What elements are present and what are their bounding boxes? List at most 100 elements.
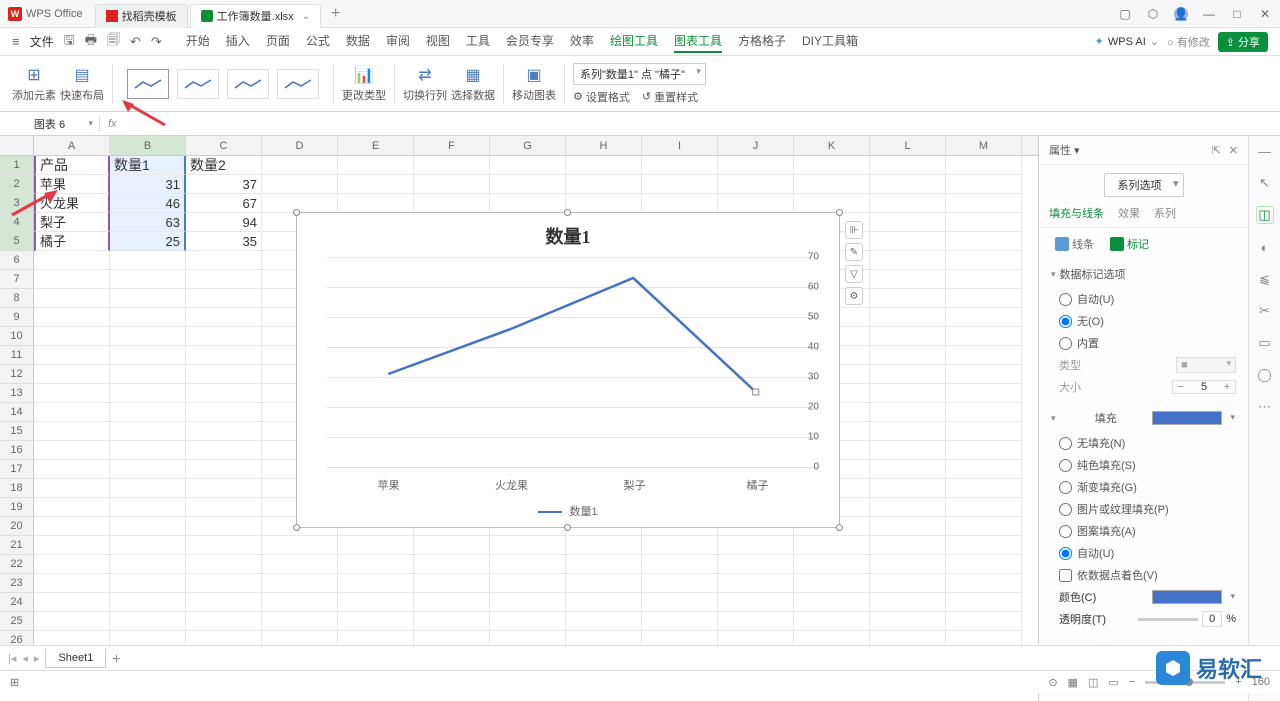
row-header[interactable]: 20: [0, 517, 34, 536]
cell[interactable]: [186, 517, 262, 536]
radio-picture-fill[interactable]: 图片或纹理填充(P): [1051, 498, 1236, 520]
tab-effect[interactable]: 效果: [1118, 205, 1140, 221]
sub-tab-marker[interactable]: 标记: [1110, 236, 1149, 252]
cell[interactable]: [946, 346, 1022, 365]
radio-solid-fill[interactable]: 纯色填充(S): [1051, 454, 1236, 476]
cell[interactable]: [338, 574, 414, 593]
col-header[interactable]: C: [186, 136, 262, 155]
cell[interactable]: [186, 403, 262, 422]
cell[interactable]: [870, 308, 946, 327]
cell[interactable]: [186, 308, 262, 327]
dropdown-icon[interactable]: ⌄: [302, 11, 310, 22]
tab-chart-tools[interactable]: 图表工具: [674, 30, 722, 53]
cell[interactable]: [870, 460, 946, 479]
cell[interactable]: [414, 612, 490, 631]
chart-filter-icon[interactable]: ▽: [845, 265, 863, 283]
preview-icon[interactable]: 🗐: [107, 31, 120, 53]
hamburger-icon[interactable]: ≡: [12, 34, 20, 49]
cell[interactable]: [110, 251, 186, 270]
resize-handle[interactable]: [564, 524, 571, 531]
side-select-icon[interactable]: ↖: [1256, 174, 1274, 192]
cell[interactable]: [110, 555, 186, 574]
minimize-button[interactable]: —: [1202, 7, 1216, 21]
cell[interactable]: [186, 593, 262, 612]
cell[interactable]: [870, 536, 946, 555]
cell[interactable]: [262, 536, 338, 555]
cell[interactable]: [566, 555, 642, 574]
cell[interactable]: [262, 555, 338, 574]
cell[interactable]: [262, 175, 338, 194]
view-normal-icon[interactable]: ▦: [1068, 676, 1078, 689]
cell[interactable]: 火龙果: [34, 194, 110, 213]
cell[interactable]: [794, 593, 870, 612]
cell[interactable]: 94: [186, 213, 262, 232]
radio-builtin[interactable]: 内置: [1051, 332, 1236, 354]
row-header[interactable]: 4: [0, 213, 34, 232]
cell[interactable]: [186, 574, 262, 593]
close-button[interactable]: ✕: [1258, 7, 1272, 21]
row-header[interactable]: 23: [0, 574, 34, 593]
tab-review[interactable]: 审阅: [386, 30, 410, 53]
cell[interactable]: [34, 612, 110, 631]
cell[interactable]: [870, 346, 946, 365]
cell[interactable]: [110, 441, 186, 460]
chart-style-2[interactable]: [177, 69, 219, 99]
cell[interactable]: [338, 612, 414, 631]
row-header[interactable]: 24: [0, 593, 34, 612]
row-header[interactable]: 15: [0, 422, 34, 441]
section-title[interactable]: 填充: [1051, 410, 1236, 426]
side-collapse-icon[interactable]: —: [1256, 142, 1274, 160]
cell[interactable]: [414, 156, 490, 175]
cell[interactable]: [186, 612, 262, 631]
cell[interactable]: [870, 517, 946, 536]
cell[interactable]: [794, 555, 870, 574]
cell[interactable]: [186, 365, 262, 384]
cell[interactable]: [414, 175, 490, 194]
series-options-dropdown[interactable]: 系列选项: [1104, 173, 1184, 197]
cell[interactable]: [642, 175, 718, 194]
row-header[interactable]: 6: [0, 251, 34, 270]
radio-gradient-fill[interactable]: 渐变填充(G): [1051, 476, 1236, 498]
cell[interactable]: [262, 194, 338, 213]
cell[interactable]: [946, 536, 1022, 555]
cell[interactable]: 46: [110, 194, 186, 213]
row-header[interactable]: 22: [0, 555, 34, 574]
cell[interactable]: [110, 574, 186, 593]
user-avatar-icon[interactable]: 👤: [1174, 7, 1188, 21]
change-type-button[interactable]: 📊 更改类型: [342, 65, 386, 103]
row-header[interactable]: 18: [0, 479, 34, 498]
cell[interactable]: [110, 308, 186, 327]
cell[interactable]: [718, 536, 794, 555]
redo-icon[interactable]: ↷: [151, 34, 162, 50]
cell[interactable]: [794, 175, 870, 194]
cell[interactable]: [414, 574, 490, 593]
nav-prev-icon[interactable]: ◂: [22, 652, 28, 665]
cell[interactable]: [338, 175, 414, 194]
cell[interactable]: [718, 194, 794, 213]
cell[interactable]: [946, 327, 1022, 346]
cell[interactable]: [34, 479, 110, 498]
cell[interactable]: [794, 536, 870, 555]
resize-handle[interactable]: [293, 524, 300, 531]
cell[interactable]: [34, 308, 110, 327]
cell[interactable]: [946, 194, 1022, 213]
cell[interactable]: [566, 175, 642, 194]
zoom-in-button[interactable]: +: [1235, 676, 1241, 688]
cell[interactable]: [642, 194, 718, 213]
cell[interactable]: [34, 498, 110, 517]
cell[interactable]: [870, 365, 946, 384]
cell[interactable]: [186, 460, 262, 479]
cell[interactable]: [946, 441, 1022, 460]
print-icon[interactable]: 🖶: [85, 31, 97, 53]
tab-home[interactable]: 开始: [186, 30, 210, 53]
cell[interactable]: [870, 422, 946, 441]
cell[interactable]: [490, 194, 566, 213]
cell[interactable]: [642, 555, 718, 574]
cell[interactable]: [870, 612, 946, 631]
cell[interactable]: [262, 593, 338, 612]
resize-handle[interactable]: [836, 209, 843, 216]
cell[interactable]: 数量2: [186, 156, 262, 175]
tab-series[interactable]: 系列: [1154, 205, 1176, 221]
cell[interactable]: [110, 422, 186, 441]
cell[interactable]: [946, 460, 1022, 479]
